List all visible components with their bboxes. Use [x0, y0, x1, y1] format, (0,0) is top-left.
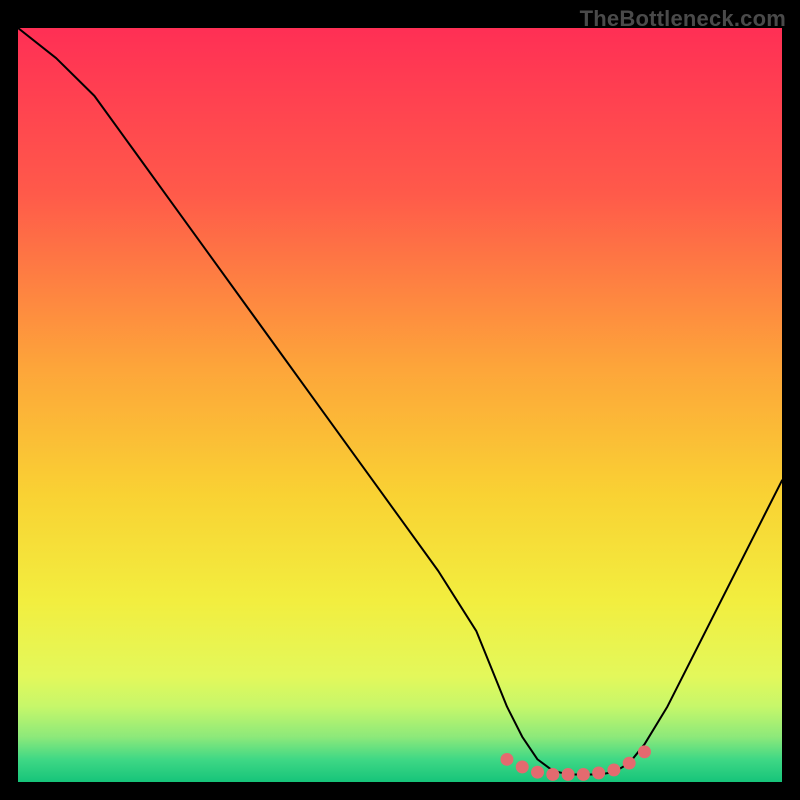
flat-marker	[562, 768, 575, 781]
flat-marker	[577, 768, 590, 781]
flat-marker	[623, 757, 636, 770]
chart-svg	[18, 28, 782, 782]
chart-plot-area	[18, 28, 782, 782]
flat-marker	[546, 768, 559, 781]
flat-marker	[638, 745, 651, 758]
flat-marker	[531, 766, 544, 779]
watermark-text: TheBottleneck.com	[580, 6, 786, 32]
gradient-background	[18, 28, 782, 782]
flat-marker	[500, 753, 513, 766]
flat-marker	[607, 764, 620, 777]
chart-frame: TheBottleneck.com	[0, 0, 800, 800]
flat-marker	[516, 761, 529, 774]
flat-marker	[592, 767, 605, 780]
